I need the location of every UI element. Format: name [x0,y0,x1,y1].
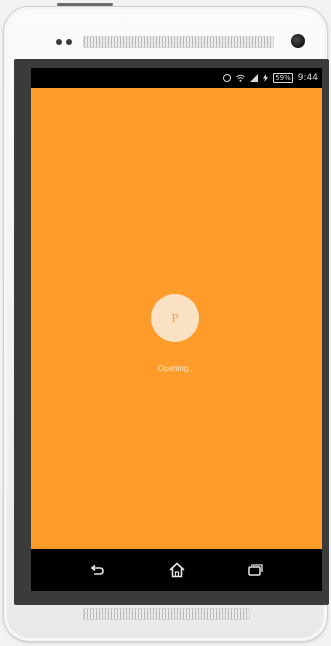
bottom-speaker [83,608,250,620]
power-button [57,3,113,6]
status-time: 9:44 [297,73,318,83]
proximity-sensor [56,39,72,45]
signal-icon [250,74,259,82]
wifi-icon [236,74,246,82]
splash-screen: P Opening... [31,88,322,549]
battery-icon: 59% [273,73,293,83]
charging-icon [263,74,269,82]
navigation-bar [31,549,322,591]
loading-text: Opening... [158,364,195,373]
recent-apps-icon[interactable] [246,561,264,579]
app-logo: P [151,294,199,342]
back-icon[interactable] [88,561,106,579]
device-screen: 59% 9:44 P Opening... [31,68,322,591]
front-camera [291,34,305,48]
alarm-icon [223,74,232,82]
status-bar: 59% 9:44 [31,68,322,88]
earpiece-speaker [83,36,274,48]
home-icon[interactable] [168,561,186,579]
